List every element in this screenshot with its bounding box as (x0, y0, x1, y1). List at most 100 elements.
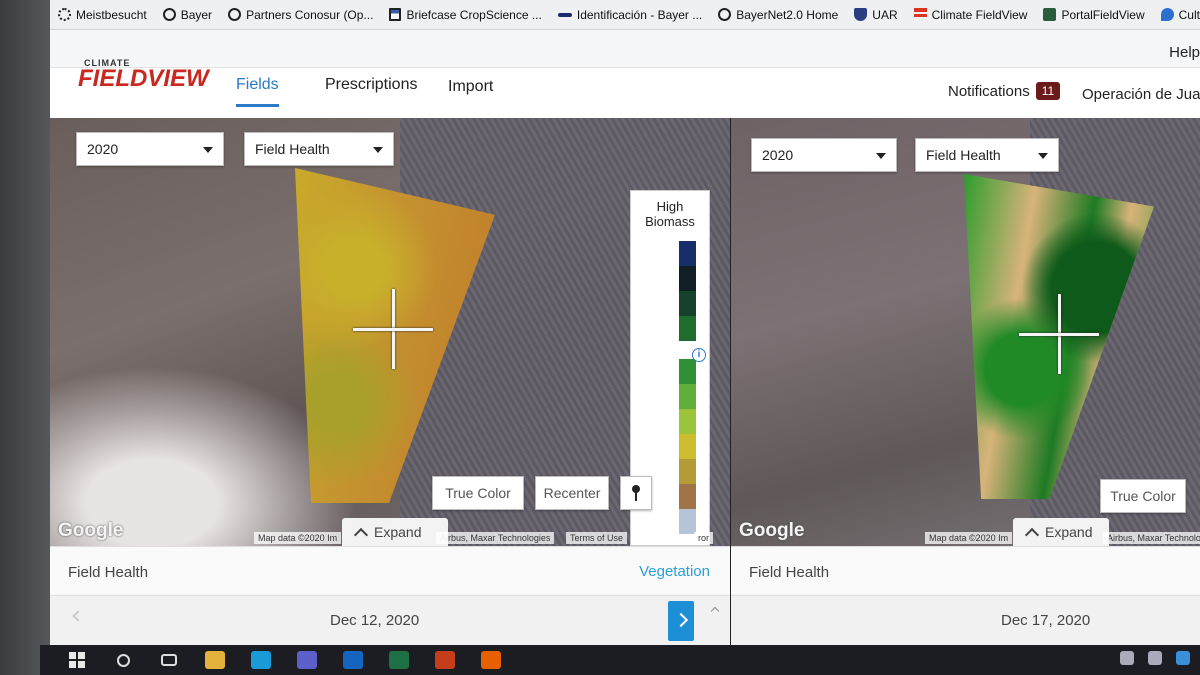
bookmark-portalfieldview[interactable]: PortalFieldView (1035, 0, 1152, 29)
year-dropdown-right[interactable]: 2020 (751, 138, 897, 172)
bookmark-partners-conosur[interactable]: Partners Conosur (Op... (220, 0, 381, 29)
skype-icon (251, 651, 271, 669)
tab-import[interactable]: Import (448, 78, 493, 106)
system-tray (1120, 651, 1190, 665)
legend-swatch (679, 291, 696, 316)
chevron-left-icon[interactable] (72, 610, 84, 622)
timeline-handle[interactable] (668, 601, 694, 641)
expand-button-left[interactable]: Expand (342, 518, 448, 546)
layer-dropdown-left[interactable]: Field Health (244, 132, 394, 166)
legend-swatch (679, 359, 696, 384)
map-attribution-2: Airbus, Maxar Technologies (436, 532, 555, 544)
layer-dropdown-right[interactable]: Field Health (915, 138, 1059, 172)
drop-pin-button[interactable] (620, 476, 652, 510)
chevron-up-icon[interactable] (1148, 651, 1162, 665)
outlook-button[interactable] (336, 645, 370, 675)
map-right[interactable]: 2020 Field Health True Color Google Map … (731, 118, 1200, 546)
cultivio-icon (1160, 8, 1174, 21)
bookmark-briefcase[interactable]: Briefcase CropScience ... (381, 0, 549, 29)
true-color-button-right[interactable]: True Color (1100, 479, 1186, 513)
caret-down-icon (203, 147, 213, 153)
crosshair-icon (1019, 294, 1099, 374)
notifications-label: Notifications (948, 82, 1030, 100)
app-header: Help CLIMATE FIELDVIEW Fields Prescripti… (50, 30, 1200, 118)
map-left[interactable]: 2020 Field Health High Biomass i True Co… (50, 118, 730, 546)
info-icon[interactable]: i (692, 348, 706, 362)
legend-swatch (679, 409, 696, 434)
bookmark-meistbesucht[interactable]: Meistbesucht (50, 0, 155, 29)
vegetation-link[interactable]: Vegetation (639, 563, 710, 580)
operation-selector[interactable]: Operación de Jua (1082, 86, 1200, 103)
taskbar-apps (198, 645, 520, 675)
layer-label-left: Field Health (68, 564, 149, 581)
file-explorer-button[interactable] (198, 645, 232, 675)
expand-button-right[interactable]: Expand (1013, 518, 1109, 546)
fieldview-logo[interactable]: CLIMATE FIELDVIEW (78, 58, 226, 91)
image-date-left: Dec 12, 2020 (330, 612, 420, 629)
excel-icon (389, 651, 409, 669)
monitor-bezel (0, 0, 50, 675)
image-date-right: Dec 17, 2020 (1001, 612, 1091, 629)
start-button[interactable] (60, 645, 94, 675)
pin-icon (632, 485, 640, 501)
recenter-button[interactable]: Recenter (535, 476, 609, 510)
task-view-button[interactable] (152, 645, 186, 675)
chevron-up-icon (353, 527, 369, 542)
firefox-icon (481, 651, 501, 669)
terms-link[interactable]: Terms of Use (566, 532, 628, 544)
teams-icon (297, 651, 317, 669)
globe-icon (228, 8, 242, 21)
powerpoint-button[interactable] (428, 645, 462, 675)
search-button[interactable] (106, 645, 140, 675)
people-icon[interactable] (1120, 651, 1134, 665)
bookmark-bayernet[interactable]: BayerNet2.0 Home (710, 0, 846, 29)
tab-prescriptions[interactable]: Prescriptions (325, 76, 417, 104)
caret-down-icon (1038, 153, 1048, 159)
portal-icon (1043, 8, 1057, 21)
shield-icon (854, 8, 868, 21)
bookmark-climate-fieldview[interactable]: Climate FieldView (906, 0, 1036, 29)
browser-window: Meistbesucht Bayer Partners Conosur (Op.… (50, 0, 1200, 645)
bookmark-bayer[interactable]: Bayer (155, 0, 220, 29)
outlook-icon (343, 651, 363, 669)
bookmark-identificacion[interactable]: Identificación - Bayer ... (550, 0, 710, 29)
bookmarks-bar: Meistbesucht Bayer Partners Conosur (Op.… (50, 0, 1200, 30)
report-error-link[interactable]: ror (694, 532, 713, 544)
onedrive-icon[interactable] (1176, 651, 1190, 665)
google-logo: Google (739, 520, 805, 541)
layer-label-right: Field Health (749, 564, 830, 581)
map-attribution: Map data ©2020 Im (254, 532, 342, 544)
legend-title: High Biomass (645, 199, 695, 229)
bookmark-uar[interactable]: UAR (846, 0, 905, 29)
firefox-button[interactable] (474, 645, 508, 675)
document-icon (389, 8, 402, 21)
file-explorer-icon (205, 651, 225, 669)
help-link[interactable]: Help (1169, 44, 1200, 61)
windows-icon (69, 652, 85, 668)
teams-button[interactable] (290, 645, 324, 675)
layer-info-left: Field Health Vegetation (50, 546, 730, 594)
year-dropdown-left[interactable]: 2020 (76, 132, 224, 166)
globe-icon (718, 8, 732, 21)
tab-fields[interactable]: Fields (236, 76, 279, 107)
windows-taskbar (40, 645, 1200, 675)
arrow-icon (557, 12, 572, 17)
task-view-icon (161, 654, 177, 666)
legend-swatch (679, 266, 696, 291)
excel-button[interactable] (382, 645, 416, 675)
crosshair-icon (353, 289, 433, 369)
bookmark-cultivio[interactable]: Cultivio (1153, 0, 1200, 29)
notifications[interactable]: Notifications 11 (948, 82, 1061, 100)
legend-swatch (679, 316, 696, 341)
map-attribution: Map data ©2020 Im (925, 532, 1013, 544)
skype-button[interactable] (244, 645, 278, 675)
layer-info-right: Field Health (731, 546, 1200, 594)
chevron-up-icon[interactable] (710, 606, 720, 616)
legend-swatch (679, 484, 696, 509)
true-color-button-left[interactable]: True Color (432, 476, 524, 510)
fieldview-icon (913, 8, 927, 21)
legend-swatch (679, 459, 696, 484)
legend-swatch (679, 509, 696, 534)
notifications-badge: 11 (1035, 82, 1061, 100)
legend-swatch (679, 434, 696, 459)
